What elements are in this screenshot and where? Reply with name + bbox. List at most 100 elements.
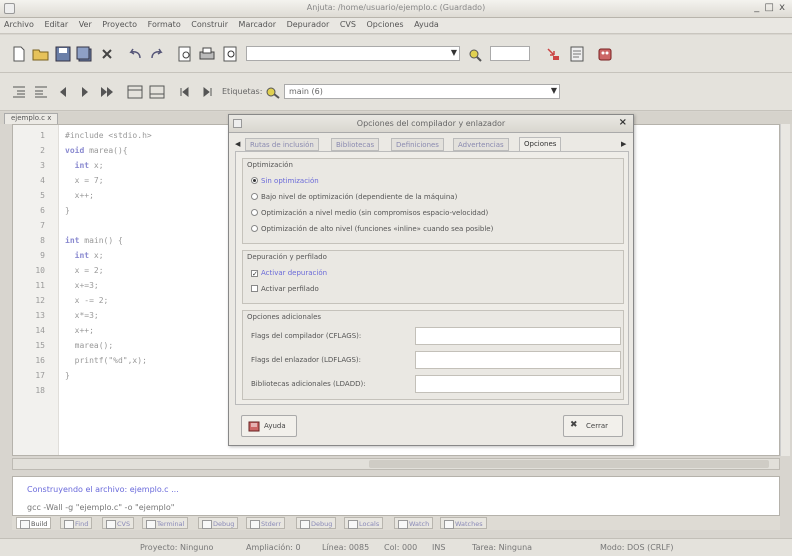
code-line[interactable]: x = 2; [65,266,104,275]
tab-stderr[interactable]: Stderr [246,517,286,529]
checkbox-icon[interactable] [251,285,258,292]
editor-horizontal-scrollbar[interactable] [12,458,780,470]
tab-scroll-left-icon[interactable]: ◀ [235,140,240,148]
print-preview-icon[interactable] [176,46,194,62]
menu-depurador[interactable]: Depurador [283,18,334,29]
close-button[interactable]: ✖ Cerrar [563,415,623,437]
code-line[interactable]: x++; [65,191,94,200]
chevron-down-icon[interactable]: ▼ [551,86,557,95]
checkbox-enable-profiling[interactable]: Activar perfilado [251,285,319,293]
checkbox-icon[interactable] [251,270,258,277]
close-file-icon[interactable] [98,46,116,62]
radio-icon[interactable] [251,209,258,216]
menu-formato[interactable]: Formato [144,18,185,29]
radio-low-optimization[interactable]: Bajo nivel de optimización (dependiente … [251,193,457,201]
radio-icon[interactable] [251,177,258,184]
tab-terminal[interactable]: Terminal [142,517,189,529]
code-line[interactable]: x+=3; [65,281,99,290]
menu-cvs[interactable]: CVS [336,18,360,29]
tab-options[interactable]: Opciones [519,137,562,152]
code-line[interactable]: int main() { [65,236,123,245]
menu-ayuda[interactable]: Ayuda [410,18,443,29]
code-line[interactable]: x -= 2; [65,296,109,305]
code-line[interactable]: x = 7; [65,176,104,185]
menu-construir[interactable]: Construir [187,18,232,29]
cflags-field[interactable] [415,327,621,345]
block-end-icon[interactable] [148,84,166,100]
code-line[interactable]: #include <stdio.h> [65,131,152,140]
find-icon[interactable] [466,46,484,62]
tab-debug-2[interactable]: Debug [296,517,337,529]
code-line[interactable]: x++; [65,326,94,335]
menu-marcador[interactable]: Marcador [235,18,280,29]
radio-icon[interactable] [251,225,258,232]
tab-find[interactable]: Find [60,517,93,529]
save-all-icon[interactable] [76,46,94,62]
scrollbar-thumb[interactable] [369,460,769,468]
radio-icon[interactable] [251,193,258,200]
code-line[interactable]: } [65,371,70,380]
arrow-left-icon[interactable] [54,84,72,100]
indent-icon[interactable] [10,84,28,100]
code-line[interactable]: x*=3; [65,311,99,320]
jump-next-icon[interactable] [98,84,116,100]
code-line[interactable]: } [65,206,70,215]
radio-no-optimization[interactable]: Sin optimización [251,177,319,185]
tab-libraries[interactable]: Bibliotecas [331,138,380,151]
tab-watches[interactable]: Watches [440,517,487,529]
code-line[interactable]: int x; [65,251,104,260]
save-icon[interactable] [54,46,72,62]
close-icon[interactable]: × [619,117,627,128]
document-icon[interactable] [568,46,586,62]
code-line[interactable]: printf("%d",x); [65,356,147,365]
tab-scroll-right-icon[interactable]: ▶ [621,140,626,148]
find-in-file-icon[interactable] [222,46,240,62]
code-line[interactable]: marea(); [65,341,114,350]
checkbox-enable-debug[interactable]: Activar depuración [251,269,327,277]
unindent-icon[interactable] [32,84,50,100]
menu-editar[interactable]: Editar [40,18,72,29]
tab-locals[interactable]: Locals [344,517,384,529]
radio-medium-optimization[interactable]: Optimización a nivel medio (sin compromi… [251,209,488,217]
window-controls[interactable]: _ □ x [754,2,786,13]
ldflags-field[interactable] [415,351,621,369]
menu-opciones[interactable]: Opciones [363,18,408,29]
radio-high-optimization[interactable]: Optimización de alto nivel (funciones «i… [251,225,493,233]
line-number: 11 [35,281,45,290]
menu-ver[interactable]: Ver [75,18,96,29]
help-button[interactable]: Ayuda [241,415,297,437]
menu-proyecto[interactable]: Proyecto [98,18,141,29]
open-folder-icon[interactable] [32,46,50,62]
help-icon[interactable] [596,46,614,62]
search-combo[interactable]: ▼ [246,46,460,61]
tab-cvs[interactable]: CVS [102,517,135,529]
undo-icon[interactable] [126,46,144,62]
next-mark-icon[interactable] [198,84,216,100]
tab-include-paths[interactable]: Rutas de inclusión [245,138,319,151]
tab-warnings[interactable]: Advertencias [453,138,509,151]
prev-mark-icon[interactable] [176,84,194,100]
print-icon[interactable] [198,46,216,62]
block-start-icon[interactable] [126,84,144,100]
arrow-right-icon[interactable] [76,84,94,100]
line-number: 2 [40,146,45,155]
menu-archivo[interactable]: Archivo [0,18,38,29]
code-line[interactable]: int x; [65,161,104,170]
new-file-icon[interactable] [10,46,28,62]
tab-definitions[interactable]: Definiciones [391,138,444,151]
tab-debug[interactable]: Debug [198,517,239,529]
tab-build[interactable]: Build [16,517,52,529]
function-combo[interactable]: main (6) ▼ [284,84,560,99]
editor-vertical-scrollbar[interactable] [780,124,790,456]
line-number: 1 [40,131,45,140]
build-message[interactable]: Construyendo el archivo: ejemplo.c ... [27,485,179,494]
tab-watch[interactable]: Watch [394,517,434,529]
ldadd-field[interactable] [415,375,621,393]
goto-line-field[interactable] [490,46,530,61]
chevron-down-icon[interactable]: ▼ [451,48,457,57]
code-line[interactable]: void marea(){ [65,146,128,155]
jump-icon[interactable] [544,46,562,62]
tab-ejemplo-c[interactable]: ejemplo.c x [4,113,59,124]
redo-icon[interactable] [148,46,166,62]
line-number: 14 [35,326,45,335]
